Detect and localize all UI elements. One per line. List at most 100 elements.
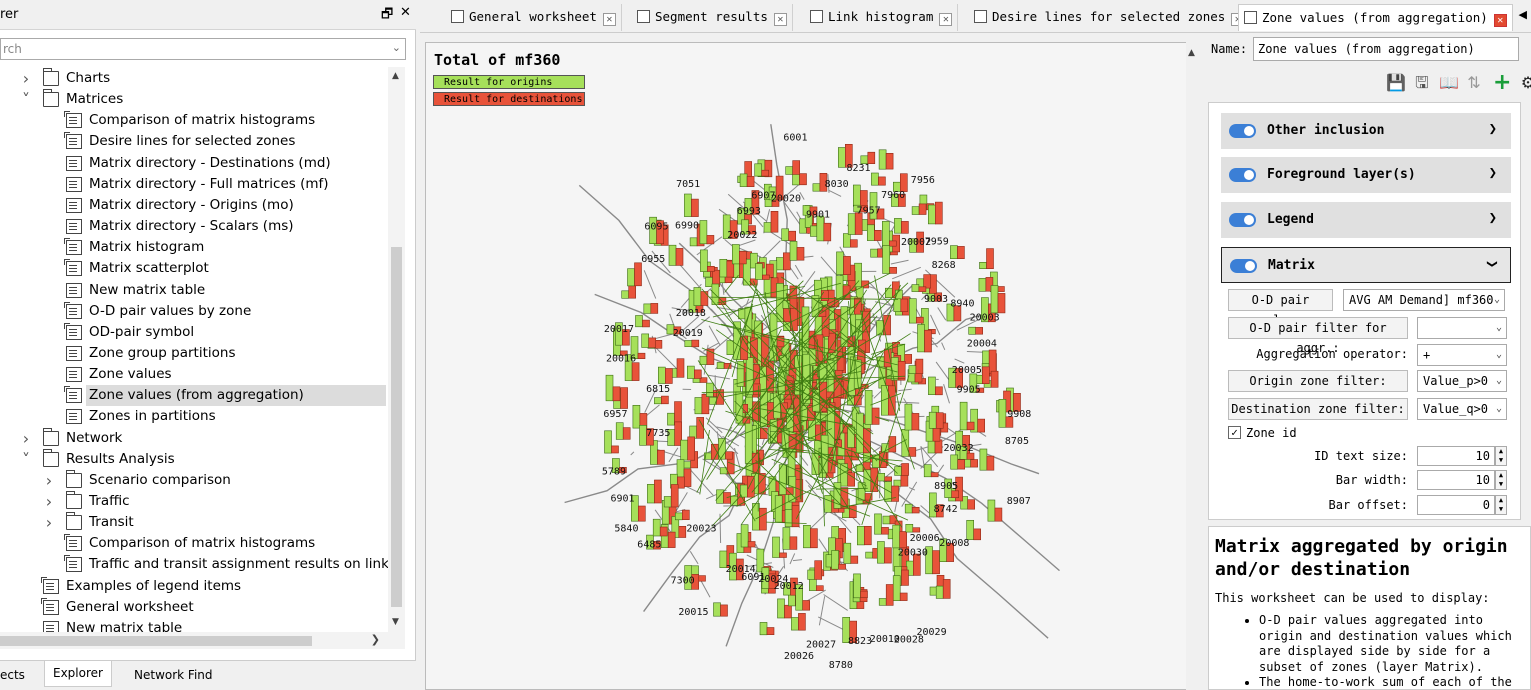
destination-bar bbox=[990, 370, 999, 388]
map-canvas[interactable]: 9901 8030 8231 7957 7960 7956 20002 7959 8268 900… bbox=[425, 42, 1200, 690]
tree-item[interactable]: Matrix directory - Full matrices (mf) bbox=[0, 174, 386, 195]
tree-item[interactable]: New matrix table bbox=[0, 618, 386, 632]
tree-item[interactable]: Comparison of matrix histograms bbox=[0, 533, 386, 554]
section-other-inclusion[interactable]: Other inclusion ❯ bbox=[1221, 113, 1511, 149]
bar-width-input[interactable]: 10 bbox=[1417, 470, 1495, 490]
chevron-right-icon[interactable]: ❯ bbox=[1489, 210, 1497, 226]
tree-item[interactable]: › Scenario comparison bbox=[0, 469, 386, 491]
toggle-switch[interactable] bbox=[1230, 259, 1257, 273]
od-pair-value-label[interactable]: O-D pair value: bbox=[1228, 289, 1333, 327]
tree-item[interactable]: General worksheet bbox=[0, 597, 386, 618]
aggregation-operator-select[interactable]: + ⌄ bbox=[1417, 344, 1507, 366]
tree-item[interactable]: Matrix scatterplot bbox=[0, 258, 386, 279]
chevron-right-icon[interactable]: › bbox=[43, 512, 55, 533]
zone-id-checkbox[interactable]: ✓ bbox=[1228, 426, 1241, 439]
tree-horizontal-scrollbar[interactable]: ❯ bbox=[0, 632, 405, 649]
tree-item[interactable]: Matrix directory - Destinations (md) bbox=[0, 153, 386, 174]
tree-item[interactable]: › Network bbox=[0, 427, 386, 449]
close-icon[interactable]: ✕ bbox=[773, 13, 787, 26]
chevron-down-icon[interactable]: ˅ bbox=[20, 89, 32, 110]
close-icon[interactable]: ✕ bbox=[1493, 14, 1507, 27]
spinner-icon[interactable]: ▲ ▼ bbox=[1495, 495, 1507, 515]
hscrollbar-thumb[interactable] bbox=[0, 636, 312, 646]
tree-item[interactable]: › Charts bbox=[0, 68, 386, 89]
tree-item[interactable]: Zones in partitions bbox=[0, 406, 386, 427]
scroll-up-icon[interactable]: ▲ bbox=[392, 71, 399, 81]
destination-filter-label[interactable]: Destination zone filter: bbox=[1228, 398, 1408, 420]
tree-item[interactable]: Zone group partitions bbox=[0, 343, 386, 364]
tree-item[interactable]: Matrix directory - Origins (mo) bbox=[0, 195, 386, 216]
search-input[interactable]: rch ⌄ bbox=[0, 38, 406, 60]
tab-explorer[interactable]: Explorer bbox=[44, 661, 112, 687]
tab-segment-results[interactable]: Segment results ✕ bbox=[632, 4, 793, 31]
tab-zone-values-aggregation[interactable]: Zone values (from aggregation) ✕ bbox=[1238, 4, 1513, 31]
save-icon[interactable]: 💾 bbox=[1386, 74, 1406, 92]
chevron-down-icon[interactable]: ❯ bbox=[1484, 260, 1500, 268]
tree-item[interactable]: › Traffic bbox=[0, 491, 386, 512]
chevron-right-icon[interactable]: › bbox=[20, 428, 32, 449]
od-filter-label[interactable]: O-D pair filter for aggr.: bbox=[1228, 317, 1408, 355]
scroll-up-icon[interactable]: ▲ bbox=[1188, 48, 1195, 58]
props-scrollbar[interactable] bbox=[1522, 102, 1531, 520]
float-panel-icon[interactable]: 🗗 bbox=[381, 5, 393, 27]
origin-filter-select[interactable]: Value_p>0 ⌄ bbox=[1417, 370, 1507, 392]
tree-vertical-scrollbar[interactable]: ▲ ▼ bbox=[388, 67, 405, 632]
toggle-switch[interactable] bbox=[1229, 124, 1256, 138]
tab-desire-lines[interactable]: Desire lines for selected zones✕ bbox=[969, 4, 1251, 31]
save-as-icon[interactable]: 🖫 bbox=[1413, 74, 1431, 92]
od-filter-select[interactable]: ⌄ bbox=[1417, 317, 1507, 339]
chevron-right-icon[interactable]: › bbox=[43, 470, 55, 491]
scroll-right-icon[interactable]: ❯ bbox=[371, 633, 380, 646]
tree-item[interactable]: OD-pair symbol bbox=[0, 322, 386, 343]
id-text-size-input[interactable]: 10 bbox=[1417, 446, 1495, 466]
tree-item[interactable]: Comparison of matrix histograms bbox=[0, 110, 386, 131]
section-legend[interactable]: Legend ❯ bbox=[1221, 202, 1511, 238]
tree-item[interactable]: Matrix histogram bbox=[0, 237, 386, 258]
scroll-down-icon[interactable]: ▼ bbox=[392, 617, 399, 627]
network-map[interactable]: 9901803082317957796079562000279598268900… bbox=[426, 43, 1200, 690]
scrollbar-thumb[interactable] bbox=[391, 247, 402, 607]
tab-nav-left-icon[interactable]: ◀ bbox=[1519, 8, 1527, 21]
toggle-switch[interactable] bbox=[1229, 168, 1256, 182]
close-icon[interactable]: ✕ bbox=[602, 13, 616, 26]
close-panel-icon[interactable]: ✕ bbox=[400, 5, 411, 20]
tree-item[interactable]: Examples of legend items bbox=[0, 576, 386, 597]
tree-item-label: Traffic bbox=[89, 493, 130, 509]
chevron-right-icon[interactable]: ❯ bbox=[1489, 121, 1497, 137]
tab-general-worksheet[interactable]: General worksheet ✕ bbox=[446, 4, 622, 31]
tab-projects[interactable]: ects bbox=[0, 663, 33, 689]
tree-item[interactable]: New matrix table bbox=[0, 280, 386, 301]
chevron-right-icon[interactable]: › bbox=[20, 68, 32, 89]
gear-icon[interactable]: ⚙ bbox=[1519, 74, 1531, 92]
name-input[interactable]: Zone values (from aggregation) bbox=[1253, 37, 1519, 61]
sort-icon[interactable]: ⇅ bbox=[1465, 74, 1483, 92]
bar-offset-input[interactable]: 0 bbox=[1417, 495, 1495, 515]
tree-item[interactable]: Desire lines for selected zones bbox=[0, 131, 386, 152]
destination-filter-select[interactable]: Value_q>0 ⌄ bbox=[1417, 398, 1507, 420]
chevron-down-icon[interactable]: ⌄ bbox=[392, 41, 401, 54]
section-foreground-layers[interactable]: Foreground layer(s) ❯ bbox=[1221, 157, 1511, 193]
canvas-scrollbar[interactable]: ▲ bbox=[1186, 42, 1200, 690]
tab-link-histogram[interactable]: Link histogram ✕ bbox=[805, 4, 959, 31]
tree-item[interactable]: Zone values bbox=[0, 364, 386, 385]
chevron-down-icon[interactable]: ˅ bbox=[20, 449, 32, 470]
section-matrix[interactable]: Matrix ❯ bbox=[1221, 247, 1511, 283]
tree-item[interactable]: ˅ Matrices bbox=[0, 89, 386, 110]
tree-item[interactable]: Zone values (from aggregation) bbox=[64, 385, 386, 407]
toggle-switch[interactable] bbox=[1229, 213, 1256, 227]
close-icon[interactable]: ✕ bbox=[939, 13, 953, 26]
add-icon[interactable]: + bbox=[1493, 72, 1511, 94]
tree-item[interactable]: Matrix directory - Scalars (ms) bbox=[0, 216, 386, 237]
spinner-icon[interactable]: ▲ ▼ bbox=[1495, 446, 1507, 466]
chevron-right-icon[interactable]: ❯ bbox=[1489, 165, 1497, 181]
book-icon[interactable]: 📖 bbox=[1439, 74, 1459, 92]
tree-item[interactable]: ˅ Results Analysis bbox=[0, 448, 386, 470]
tree-item[interactable]: › Transit bbox=[0, 512, 386, 533]
tree-item[interactable]: Traffic and transit assignment results o… bbox=[0, 554, 388, 575]
tab-network-find[interactable]: Network Find bbox=[126, 663, 221, 689]
spinner-icon[interactable]: ▲ ▼ bbox=[1495, 470, 1507, 490]
origin-filter-label[interactable]: Origin zone filter: bbox=[1228, 370, 1408, 392]
chevron-right-icon[interactable]: › bbox=[43, 491, 55, 512]
od-pair-value-select[interactable]: AVG AM Demand] mf360 ⌄ bbox=[1343, 289, 1505, 311]
tree-item[interactable]: O-D pair values by zone bbox=[0, 301, 386, 322]
